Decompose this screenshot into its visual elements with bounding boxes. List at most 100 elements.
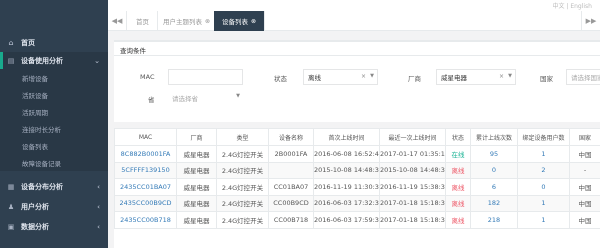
chevron-left-icon: ‹ [97,202,100,211]
status-select[interactable]: 离线 × ▼ [303,69,378,85]
mac-link[interactable]: 2435CC01BA07 [114,178,177,196]
vendor-cell: 威星电器 [176,194,217,212]
vendor-select[interactable]: 威星电器 × ▼ [436,69,516,85]
column-header-device-name[interactable]: 设备名称 [268,128,314,146]
mac-link[interactable]: 2435CC00B718 [114,211,177,229]
first-online-cell: 2016-06-03 17:32:38 [313,194,380,212]
sidebar-item-device-distribution[interactable]: ▦ 设备分布分析 ‹ [0,178,108,195]
sidebar-item-home[interactable]: ⌂ 首页 [0,34,108,51]
first-online-cell: 2016-06-03 17:59:30 [313,211,380,229]
mac-link[interactable]: 2435CC00B9CD [114,194,177,212]
online-count-link[interactable]: 95 [470,145,518,163]
chevron-down-icon: ⌄ [94,56,100,65]
device-name-cell: CC00B718 [268,211,314,229]
mac-link[interactable]: 8C882B0001FA [114,145,177,163]
last-online-cell: 2017-01-18 15:18:30 [379,211,446,229]
column-header-mac[interactable]: MAC [114,128,177,146]
grid-icon: ▦ [7,182,15,191]
column-header-vendor[interactable]: 厂商 [176,128,217,146]
table-row: 5CFFFF139150 威星电器 2.4G灯控开关 2015-10-08 14… [114,161,600,179]
status-cell: 离线 [445,211,471,229]
close-icon[interactable]: ⊗ [251,18,256,25]
status-cell: 离线 [445,161,471,179]
first-online-cell: 2016-11-19 11:30:39 [313,178,380,196]
users-icon: ♟ [7,202,15,211]
online-count-link[interactable]: 6 [470,178,518,196]
country-select[interactable]: 请选择国家 [566,69,600,85]
mac-input[interactable] [168,69,243,85]
online-count-link[interactable]: 218 [470,211,518,229]
table-row: 2435CC00B718 威星电器 2.4G灯控开关 CC00B718 2016… [114,211,600,229]
bound-users-link[interactable]: 0 [517,178,570,196]
divider [114,55,600,56]
language-switch[interactable]: 中文 | English [552,1,592,10]
first-online-cell: 2016-06-08 16:52:47 [313,145,380,163]
sidebar-item-data-analysis[interactable]: ▣ 数据分析 ‹ [0,218,108,235]
home-icon: ⌂ [8,38,14,47]
sidebar-item-label: 设备使用分析 [21,56,63,65]
column-header-online-count[interactable]: 累计上线次数 [470,128,518,146]
device-table: MAC 厂商 类型 设备名称 首次上线时间 最近一次上线时间 状态 累计上线次数… [114,128,600,229]
sidebar-item-user-analysis[interactable]: ♟ 用户分析 ‹ [0,198,108,215]
filter-panel: 查询条件 MAC 状态 离线 × ▼ 厂商 威星电器 × ▼ 国家 请选择国家 … [114,40,600,122]
tab-user-topic-list[interactable]: 用户主题列表 ⊗ [155,11,220,31]
status-cell: 离线 [445,178,471,196]
bound-users-link[interactable]: 1 [517,145,570,163]
country-label: 国家 [540,75,553,83]
sidebar-item-device-usage[interactable]: ▤ 设备使用分析 ⌄ [0,52,108,69]
tabs-scroll-right-button[interactable]: ▶▶ [581,11,600,31]
sidebar: ⌂ 首页 ▤ 设备使用分析 ⌄ 新增设备 活跃设备 活跃周期 连接时长分析 设备… [0,0,108,248]
sidebar-subitem-fault-records[interactable]: 故障设备记录 [0,154,108,171]
column-header-status[interactable]: 状态 [445,128,471,146]
clear-icon[interactable]: × [361,73,366,80]
online-count-link[interactable]: 182 [470,194,518,212]
clear-icon[interactable]: × [499,73,504,80]
last-online-cell: 2015-10-08 14:48:35 [379,161,446,179]
mac-label: MAC [140,73,155,81]
vendor-cell: 威星电器 [176,161,217,179]
type-cell: 2.4G灯控开关 [216,161,269,179]
vendor-cell: 威星电器 [176,178,217,196]
chart-icon: ▤ [7,56,15,65]
country-cell: 中国 [569,145,600,163]
sidebar-subitem-device-list[interactable]: 设备列表 [0,137,108,154]
country-cell: - [569,161,600,179]
sidebar-item-label: 首页 [21,38,35,47]
tabs-scroll-left-button[interactable]: ◀◀ [108,11,127,31]
type-cell: 2.4G灯控开关 [216,211,269,229]
table-row: 2435CC01BA07 威星电器 2.4G灯控开关 CC01BA07 2016… [114,178,600,196]
double-chevron-left-icon: ◀◀ [111,17,123,25]
type-cell: 2.4G灯控开关 [216,145,269,163]
column-header-last-online[interactable]: 最近一次上线时间 [379,128,446,146]
country-cell: 中国 [569,194,600,212]
sidebar-item-label: 用户分析 [21,202,49,211]
filter-title: 查询条件 [120,47,146,55]
vendor-label: 厂商 [408,75,421,83]
column-header-first-online[interactable]: 首次上线时间 [313,128,380,146]
online-count-link[interactable]: 0 [470,161,518,179]
country-cell: 中国 [569,178,600,196]
column-header-country[interactable]: 国家 [569,128,600,146]
bound-users-link[interactable]: 1 [517,211,570,229]
table-header-row: MAC 厂商 类型 设备名称 首次上线时间 最近一次上线时间 状态 累计上线次数… [114,128,600,146]
mac-link[interactable]: 5CFFFF139150 [114,161,177,179]
device-name-cell [268,161,314,179]
bound-users-link[interactable]: 1 [517,194,570,212]
last-online-cell: 2016-11-19 15:38:37 [379,178,446,196]
sidebar-subitem-new-devices[interactable]: 新增设备 [0,69,108,86]
province-select[interactable]: 请选择省 ▼ [168,90,243,106]
chevron-left-icon: ‹ [97,182,100,191]
sidebar-subitem-active-devices[interactable]: 活跃设备 [0,86,108,103]
device-name-cell: 2B0001FA [268,145,314,163]
tab-device-list[interactable]: 设备列表 ⊗ [214,11,266,31]
sidebar-subitem-active-cycle[interactable]: 活跃周期 [0,103,108,120]
tab-home[interactable]: 首页 [128,11,158,31]
sidebar-subitem-connection-duration[interactable]: 连接时长分析 [0,120,108,137]
device-table-container: MAC 厂商 类型 设备名称 首次上线时间 最近一次上线时间 状态 累计上线次数… [114,128,600,248]
column-header-bound-users[interactable]: 绑定设备用户数 [517,128,570,146]
close-icon[interactable]: ⊗ [205,18,210,25]
double-chevron-right-icon: ▶▶ [585,17,597,25]
column-header-type[interactable]: 类型 [216,128,269,146]
status-cell: 在线 [445,145,471,163]
bound-users-link[interactable]: 2 [517,161,570,179]
